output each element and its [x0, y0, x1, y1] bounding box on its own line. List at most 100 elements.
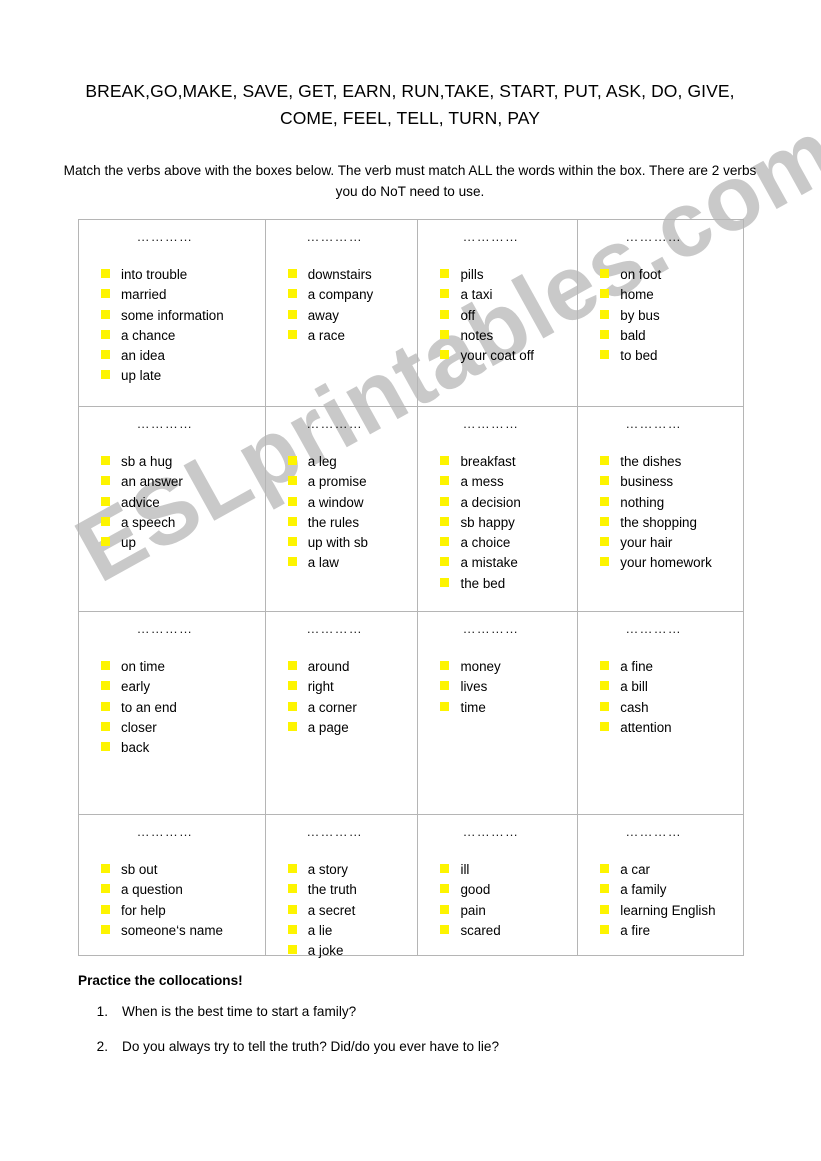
collocation-text: up late: [121, 368, 162, 384]
collocation-item-list: a story the truth a secret a lie a joke: [270, 860, 414, 961]
collocation-text: a secret: [307, 902, 356, 918]
yellow-square-icon: [287, 661, 297, 670]
yellow-square-icon: [600, 476, 610, 486]
yellow-square-icon: [101, 329, 110, 339]
collocation-text: your hair: [620, 535, 673, 551]
answer-blank[interactable]: …………: [270, 824, 414, 840]
collocation-text: a law: [307, 555, 339, 571]
yellow-square-icon: [440, 904, 450, 914]
collocation-text: lives: [460, 679, 488, 695]
list-item: home: [600, 285, 739, 305]
list-item: ill: [440, 860, 573, 880]
yellow-square-icon: [287, 884, 297, 894]
yellow-square-icon: [600, 864, 610, 873]
answer-blank[interactable]: …………: [270, 621, 414, 637]
collocation-box[interactable]: ………… a car a family learning English a f…: [578, 815, 744, 956]
yellow-square-icon: [440, 884, 450, 894]
collocation-text: a company: [307, 287, 374, 303]
collocation-text: sb happy: [460, 514, 515, 530]
collocation-box[interactable]: ………… a story the truth a secret a lie a …: [265, 815, 419, 958]
yellow-square-icon: [600, 289, 610, 299]
collocation-box[interactable]: ………… ill good pain scared: [418, 815, 579, 956]
list-item: up late: [101, 366, 261, 386]
collocation-text: money: [460, 659, 501, 674]
list-item: your homework: [600, 553, 739, 573]
yellow-square-icon: [287, 329, 297, 339]
yellow-square-icon: [600, 884, 610, 894]
collocation-text: notes: [460, 327, 494, 343]
answer-blank[interactable]: …………: [582, 824, 739, 840]
collocation-text: a promise: [307, 474, 367, 490]
yellow-square-icon: [440, 350, 450, 360]
answer-blank[interactable]: …………: [582, 229, 739, 245]
collocation-box[interactable]: ………… breakfast a mess a decision sb happ…: [418, 407, 579, 612]
collocation-text: a leg: [307, 454, 337, 469]
yellow-square-icon: [287, 701, 297, 711]
collocation-text: cash: [620, 699, 649, 715]
collocation-text: off: [460, 307, 476, 323]
collocation-item-list: into trouble married some information a …: [83, 265, 261, 387]
list-item: the bed: [440, 574, 573, 594]
collocation-text: downstairs: [307, 267, 372, 282]
yellow-square-icon: [440, 864, 450, 873]
verb-list-title: BREAK,GO,MAKE, SAVE, GET, EARN, RUN,TAKE…: [85, 81, 735, 128]
yellow-square-icon: [600, 309, 610, 319]
collocation-text: early: [121, 679, 151, 695]
yellow-square-icon: [101, 537, 110, 547]
practice-question: 2. Do you always try to tell the truth? …: [78, 1037, 738, 1057]
collocation-text: by bus: [620, 307, 660, 323]
list-item: bald: [600, 326, 739, 346]
list-item: for help: [101, 901, 261, 921]
collocation-text: on foot: [620, 267, 662, 282]
collocation-box[interactable]: ………… a fine a bill cash attention: [578, 612, 744, 815]
list-item: on time: [101, 657, 261, 677]
collocation-box[interactable]: ………… a leg a promise a window the rules …: [265, 407, 419, 612]
collocation-item-list: downstairs a company away a race: [270, 265, 414, 346]
list-item: sb a hug: [101, 452, 261, 472]
collocation-box[interactable]: ………… downstairs a company away a race: [265, 220, 419, 407]
collocation-box[interactable]: ………… sb a hug an answer advice a speech …: [79, 407, 266, 612]
yellow-square-icon: [287, 864, 297, 873]
collocation-box[interactable]: ………… around right a corner a page: [265, 612, 419, 815]
answer-blank[interactable]: …………: [422, 229, 573, 245]
collocation-box[interactable]: ………… on time early to an end closer back: [79, 612, 266, 815]
collocation-box[interactable]: ………… the dishes business nothing the sho…: [578, 407, 744, 612]
list-item: money: [440, 657, 573, 677]
answer-blank[interactable]: …………: [83, 229, 261, 245]
yellow-square-icon: [600, 496, 610, 506]
answer-blank[interactable]: …………: [83, 824, 261, 840]
answer-blank[interactable]: …………: [270, 416, 414, 432]
collocation-item-list: a leg a promise a window the rules up wi…: [270, 452, 414, 574]
collocation-item-list: money lives time: [422, 657, 573, 718]
list-item: off: [440, 306, 573, 326]
list-item: a question: [101, 880, 261, 900]
collocation-text: nothing: [620, 494, 665, 510]
collocation-box[interactable]: ………… into trouble married some informati…: [79, 220, 266, 407]
collocation-text: ill: [460, 862, 470, 877]
list-item: by bus: [600, 306, 739, 326]
collocation-text: your homework: [620, 555, 712, 571]
answer-blank[interactable]: …………: [422, 621, 573, 637]
practice-heading: Practice the collocations!: [78, 973, 243, 988]
answer-blank[interactable]: …………: [582, 621, 739, 637]
collocation-text: a mistake: [460, 555, 518, 571]
yellow-square-icon: [440, 701, 450, 711]
list-item: a joke: [287, 941, 414, 961]
collocation-box[interactable]: ………… money lives time: [418, 612, 579, 815]
list-item: a mistake: [440, 553, 573, 573]
answer-blank[interactable]: …………: [422, 416, 573, 432]
answer-blank[interactable]: …………: [422, 824, 573, 840]
collocation-text: advice: [121, 494, 160, 510]
collocation-text: sb a hug: [121, 454, 173, 469]
answer-blank[interactable]: …………: [582, 416, 739, 432]
yellow-square-icon: [440, 537, 450, 547]
collocation-box[interactable]: ………… sb out a question for help someone‘…: [79, 815, 266, 956]
answer-blank[interactable]: …………: [270, 229, 414, 245]
list-item: a taxi: [440, 285, 573, 305]
collocation-box[interactable]: ………… pills a taxi off notes your coat of…: [418, 220, 579, 407]
answer-blank[interactable]: …………: [83, 416, 261, 432]
list-item: a chance: [101, 326, 261, 346]
answer-blank[interactable]: …………: [83, 621, 261, 637]
collocation-box[interactable]: ………… on foot home by bus bald to bed: [578, 220, 744, 407]
practice-question: 1. When is the best time to start a fami…: [78, 1002, 738, 1022]
